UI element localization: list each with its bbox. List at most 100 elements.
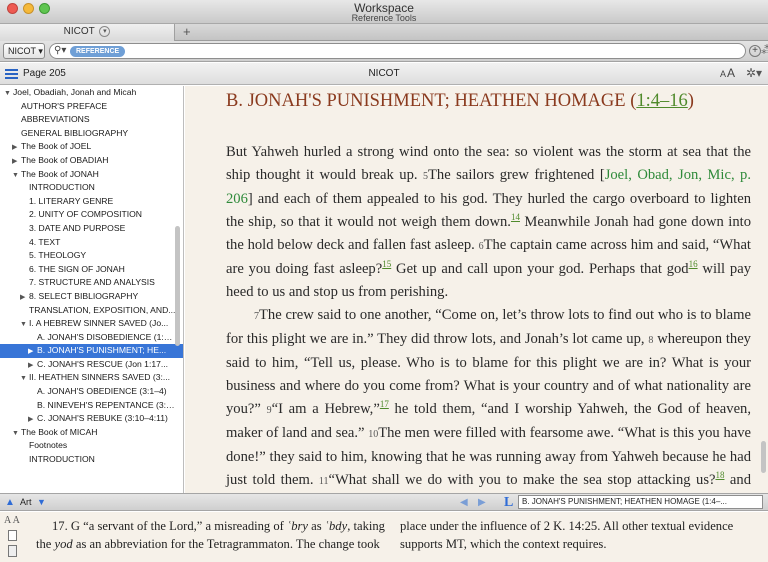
toc-item-label: 2. UNITY OF COMPOSITION xyxy=(29,209,143,220)
toc-item[interactable]: ABBREVIATIONS xyxy=(0,113,183,127)
toc-item-label: I. A HEBREW SINNER SAVED (Jo... xyxy=(29,318,169,329)
bottom-toolbar: ▲ Art ▼ ◀ ▶ L B. JONAH'S PUNISHMENT; HEA… xyxy=(0,493,768,511)
link-icon[interactable]: L xyxy=(504,495,513,511)
toc-item[interactable]: A. JONAH'S DISOBEDIENCE (1:1–3) xyxy=(0,331,183,345)
previous-arrow-icon[interactable]: ◀ xyxy=(460,497,468,508)
footnote-link[interactable]: 14 xyxy=(511,212,520,222)
sidebar-scrollbar[interactable] xyxy=(175,226,180,346)
font-larger-button[interactable]: A xyxy=(727,66,735,80)
toc-item[interactable]: ▶ C. JONAH'S REBUKE (3:10–4:11) xyxy=(0,412,183,426)
toc-item[interactable]: ▶ 8. SELECT BIBLIOGRAPHY xyxy=(0,290,183,304)
tab-bar: NICOT ▾ + xyxy=(0,24,768,41)
font-smaller-button[interactable]: A xyxy=(720,69,726,79)
toc-item[interactable]: ▼ II. HEATHEN SINNERS SAVED (3:... xyxy=(0,371,183,385)
toc-item-label: 5. THEOLOGY xyxy=(29,250,87,261)
article-body: But Yahweh hurled a strong wind onto the… xyxy=(226,141,751,493)
disclosure-closed-icon[interactable]: ▶ xyxy=(28,345,37,358)
footnote-font-size-button[interactable]: A A xyxy=(4,515,20,526)
toc-item-label: ABBREVIATIONS xyxy=(21,114,90,125)
location-field[interactable]: B. JONAH'S PUNISHMENT; HEATHEN HOMAGE (1… xyxy=(518,495,763,509)
paragraph: 7The crew said to one another, “Come on,… xyxy=(226,307,751,488)
toc-item[interactable]: ▼ Joel, Obadiah, Jonah and Micah xyxy=(0,86,183,100)
toc-item-label: Footnotes xyxy=(29,440,68,451)
toc-item-label: 4. TEXT xyxy=(29,236,61,247)
window-subtitle: Reference Tools xyxy=(351,13,417,23)
article-selector-label[interactable]: Art xyxy=(20,497,32,507)
disclosure-closed-icon[interactable]: ▶ xyxy=(12,141,21,154)
footnote-link[interactable]: 16 xyxy=(689,259,698,269)
reference-type-pill[interactable]: REFERENCE xyxy=(70,46,126,57)
trash-icon[interactable] xyxy=(8,545,17,557)
chevron-down-icon[interactable]: ▾ xyxy=(99,25,111,37)
toc-item[interactable]: ▼ The Book of MICAH xyxy=(0,426,183,440)
toc-item-label: A. JONAH'S DISOBEDIENCE (1:1–3) xyxy=(37,331,181,342)
toc-item[interactable]: ▶ The Book of OBADIAH xyxy=(0,154,183,168)
panel-title: NICOT xyxy=(368,68,400,79)
chevron-down-icon[interactable]: ▼ xyxy=(37,497,46,507)
verse-number: 8 xyxy=(648,335,654,346)
tab-label: NICOT xyxy=(63,26,95,37)
gear-icon[interactable]: ✲▾ xyxy=(746,66,762,80)
disclosure-closed-icon[interactable]: ▶ xyxy=(28,359,37,372)
toc-item[interactable]: TRANSLATION, EXPOSITION, AND... xyxy=(0,304,183,318)
toc-item[interactable]: ▼ The Book of JONAH xyxy=(0,168,183,182)
footnote-link[interactable]: 18 xyxy=(715,470,724,480)
toc-item[interactable]: ▼ I. A HEBREW SINNER SAVED (Jo... xyxy=(0,317,183,331)
toc-item[interactable]: 1. LITERARY GENRE xyxy=(0,195,183,209)
toc-item[interactable]: 4. TEXT xyxy=(0,236,183,250)
toc-list: ▼ Joel, Obadiah, Jonah and Micah AUTHOR'S … xyxy=(0,86,183,467)
toc-item[interactable]: 2. UNITY OF COMPOSITION xyxy=(0,208,183,222)
toc-item[interactable]: A. JONAH'S OBEDIENCE (3:1–4) xyxy=(0,385,183,399)
search-input[interactable] xyxy=(124,45,734,57)
search-icon[interactable]: ⚲▾ xyxy=(54,45,66,56)
toc-item[interactable]: 6. THE SIGN OF JONAH xyxy=(0,263,183,277)
disclosure-open-icon[interactable]: ▼ xyxy=(20,318,29,331)
toc-item[interactable]: GENERAL BIBLIOGRAPHY xyxy=(0,127,183,141)
disclosure-open-icon[interactable]: ▼ xyxy=(4,87,13,100)
toc-item-label: Joel, Obadiah, Jonah and Micah xyxy=(13,87,137,97)
toc-item[interactable]: INTRODUCTION xyxy=(0,181,183,195)
add-tab-button[interactable]: + xyxy=(183,24,191,40)
verse-number: 11 xyxy=(318,476,329,487)
toc-item-label: 1. LITERARY GENRE xyxy=(29,195,114,206)
footnote-link[interactable]: 17 xyxy=(380,399,389,409)
toc-item[interactable]: Footnotes xyxy=(0,439,183,453)
toc-item-label: 6. THE SIGN OF JONAH xyxy=(29,263,125,274)
toc-item-label: The Book of MICAH xyxy=(21,426,98,437)
cross-reference-link[interactable]: Joel, Obad, Jon, Mic, p. 206 xyxy=(226,167,751,207)
disclosure-open-icon[interactable]: ▼ xyxy=(12,169,21,182)
expand-up-icon[interactable]: ▲ xyxy=(5,497,15,508)
toc-item[interactable]: 3. DATE AND PURPOSE xyxy=(0,222,183,236)
disclosure-closed-icon[interactable]: ▶ xyxy=(28,413,37,426)
toc-item-label: INTRODUCTION xyxy=(29,182,95,193)
toc-item[interactable]: ▶ C. JONAH'S RESCUE (Jon 1:17... xyxy=(0,358,183,372)
toc-item[interactable]: 7. STRUCTURE AND ANALYSIS xyxy=(0,276,183,290)
content-scrollbar[interactable] xyxy=(761,441,766,473)
options-icon[interactable]: ⁂ xyxy=(761,43,768,57)
footnote-link[interactable]: 15 xyxy=(382,259,391,269)
resource-label: NICOT xyxy=(8,46,36,56)
next-arrow-icon[interactable]: ▶ xyxy=(478,497,486,508)
toc-item-label: B. NINEVEH'S REPENTANCE (3:5... xyxy=(37,399,178,410)
toc-item[interactable]: INTRODUCTION xyxy=(0,453,183,467)
tab-nicot[interactable]: NICOT ▾ xyxy=(0,24,175,41)
toc-item[interactable]: AUTHOR'S PREFACE xyxy=(0,100,183,114)
search-field[interactable]: ⚲▾ REFERENCE xyxy=(49,43,746,59)
footnote-text: 17. G “a servant of the Lord,” a misread… xyxy=(36,517,756,553)
disclosure-closed-icon[interactable]: ▶ xyxy=(12,155,21,168)
add-circle-icon[interactable]: + xyxy=(749,45,761,57)
toc-item[interactable]: ▶ The Book of JOEL xyxy=(0,140,183,154)
toc-item-label: B. JONAH'S PUNISHMENT; HE... xyxy=(37,345,167,356)
disclosure-open-icon[interactable]: ▼ xyxy=(20,372,29,385)
disclosure-open-icon[interactable]: ▼ xyxy=(12,427,21,440)
toc-item[interactable]: 5. THEOLOGY xyxy=(0,249,183,263)
table-of-contents: ▼ Joel, Obadiah, Jonah and Micah AUTHOR'S … xyxy=(0,86,184,493)
heading-scripture-link[interactable]: 1:4–16 xyxy=(636,91,687,111)
resource-selector[interactable]: NICOT ▾ xyxy=(3,43,45,59)
document-icon[interactable] xyxy=(8,530,17,541)
footnote-pane: A A 17. G “a servant of the Lord,” a mis… xyxy=(0,512,768,562)
disclosure-closed-icon[interactable]: ▶ xyxy=(20,291,29,304)
toc-item[interactable]: B. NINEVEH'S REPENTANCE (3:5... xyxy=(0,399,183,413)
panel-header: Page 205 NICOT A A ✲▾ xyxy=(0,63,768,85)
toc-item[interactable]: ▶ B. JONAH'S PUNISHMENT; HE... xyxy=(0,344,183,358)
